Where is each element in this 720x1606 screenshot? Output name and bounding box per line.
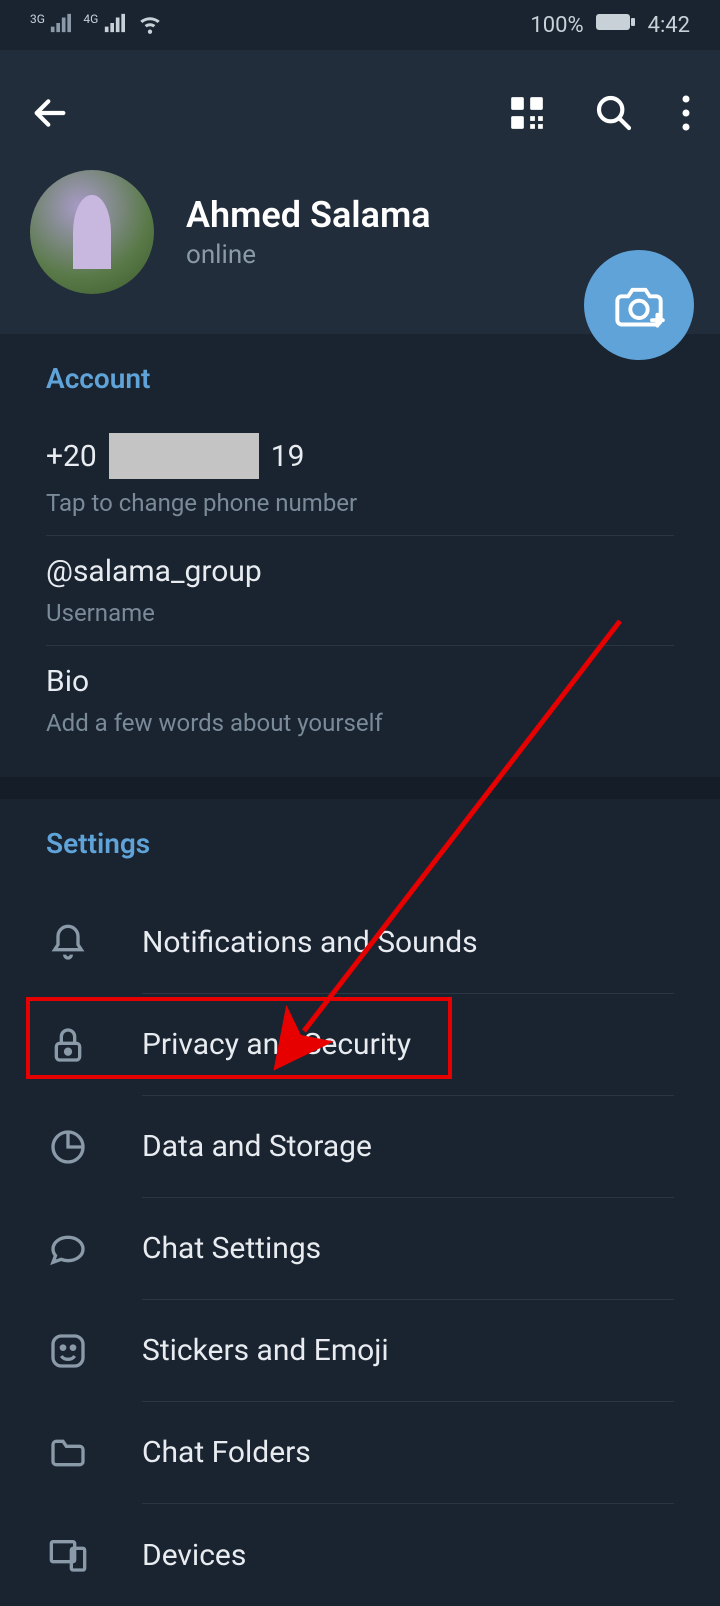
lock-icon [46, 1023, 90, 1067]
username-item[interactable]: @salama_group Username [46, 536, 674, 646]
settings-item-devices[interactable]: Devices [0, 1504, 720, 1606]
status-left: 3G 4G [30, 10, 163, 41]
wifi-icon [137, 10, 163, 41]
settings-item-chat[interactable]: Chat Settings [0, 1198, 720, 1300]
back-button[interactable] [30, 93, 70, 137]
bell-icon [46, 921, 90, 965]
network-4g: 4G [83, 12, 124, 39]
sticker-icon [46, 1329, 90, 1373]
settings-item-privacy[interactable]: Privacy and Security [0, 994, 720, 1096]
account-header: Account [46, 362, 674, 395]
username-value: @salama_group [46, 554, 674, 589]
phone-prefix: +20 [46, 439, 97, 474]
devices-icon [46, 1533, 90, 1577]
account-section: Account +20 19 Tap to change phone numbe… [0, 334, 720, 777]
chat-bubble-icon [46, 1227, 90, 1271]
settings-item-data[interactable]: Data and Storage [0, 1096, 720, 1198]
folder-icon [46, 1431, 90, 1475]
settings-item-label: Chat Folders [142, 1402, 674, 1504]
section-divider [0, 777, 720, 799]
bio-title: Bio [46, 664, 674, 699]
status-bar: 3G 4G 100% 4:42 [0, 0, 720, 50]
status-right: 100% 4:42 [530, 12, 690, 38]
settings-item-label: Devices [142, 1504, 674, 1606]
settings-item-label: Data and Storage [142, 1096, 674, 1198]
phone-redacted [109, 433, 259, 479]
settings-item-label: Chat Settings [142, 1198, 674, 1300]
username-label: Username [46, 599, 674, 627]
bio-item[interactable]: Bio Add a few words about yourself [46, 646, 674, 765]
battery-icon [596, 12, 636, 38]
settings-header: Settings [46, 827, 720, 860]
settings-item-folders[interactable]: Chat Folders [0, 1402, 720, 1504]
phone-item[interactable]: +20 19 Tap to change phone number [46, 415, 674, 536]
settings-item-notifications[interactable]: Notifications and Sounds [0, 892, 720, 994]
settings-item-stickers[interactable]: Stickers and Emoji [0, 1300, 720, 1402]
settings-item-label: Privacy and Security [142, 994, 674, 1096]
qr-code-button[interactable] [508, 94, 546, 136]
chart-pie-icon [46, 1125, 90, 1169]
clock-time: 4:42 [648, 13, 690, 38]
bio-label: Add a few words about yourself [46, 709, 674, 737]
settings-item-label: Stickers and Emoji [142, 1300, 674, 1402]
profile-status: online [186, 240, 431, 270]
set-photo-button[interactable] [584, 250, 694, 360]
battery-percent: 100% [530, 13, 583, 38]
phone-suffix: 19 [271, 439, 305, 474]
network-3g: 3G [30, 12, 71, 39]
header: Ahmed Salama online [0, 50, 720, 334]
more-menu-button[interactable] [682, 95, 690, 135]
phone-label: Tap to change phone number [46, 489, 674, 517]
settings-list: Notifications and Sounds Privacy and Sec… [0, 892, 720, 1606]
settings-section: Settings [0, 799, 720, 892]
avatar[interactable] [30, 170, 154, 294]
search-button[interactable] [594, 93, 634, 137]
settings-item-label: Notifications and Sounds [142, 892, 674, 994]
profile-name: Ahmed Salama [186, 194, 431, 236]
